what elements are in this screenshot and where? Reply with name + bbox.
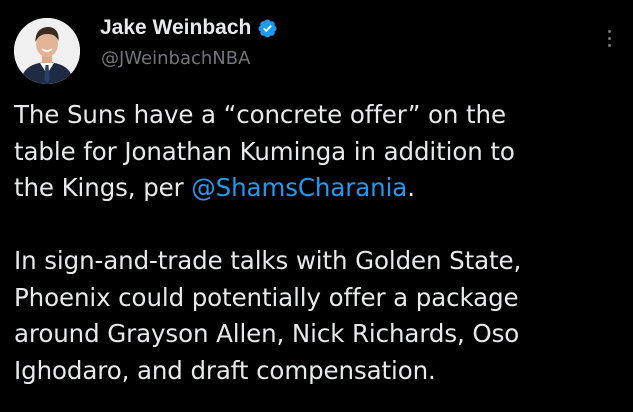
- tweet-line: Phoenix could potentially offer a packag…: [14, 282, 519, 312]
- author-handle[interactable]: @JWeinbachNBA: [101, 48, 250, 69]
- avatar[interactable]: [14, 18, 80, 84]
- tweet-line: The Suns have a “concrete offer” on the: [14, 100, 506, 129]
- more-options-icon[interactable]: [604, 30, 614, 56]
- tweet-text: The Suns have a “concrete offer” on the …: [14, 97, 624, 389]
- tweet-text-segment: the Kings, per: [14, 173, 192, 202]
- tweet-line: In sign-and-trade talks with Golden Stat…: [14, 246, 522, 275]
- tweet-card: Jake Weinbach @JWeinbachNBA The Suns hav…: [0, 0, 633, 412]
- mention-link[interactable]: @ShamsCharania: [191, 173, 407, 202]
- verified-badge-icon: [257, 18, 278, 39]
- tweet-line: table for Jonathan Kuminga in addition t…: [14, 136, 515, 166]
- author-display-name[interactable]: Jake Weinbach: [100, 16, 251, 40]
- author-name-row[interactable]: Jake Weinbach: [100, 14, 278, 42]
- tweet-line: around Grayson Allen, Nick Richards, Oso: [14, 319, 520, 348]
- tweet-line: Ighodaro, and draft compensation.: [14, 355, 436, 385]
- tweet-text-segment: .: [407, 173, 415, 202]
- tweet-line: the Kings, per @ShamsCharania.: [14, 170, 624, 207]
